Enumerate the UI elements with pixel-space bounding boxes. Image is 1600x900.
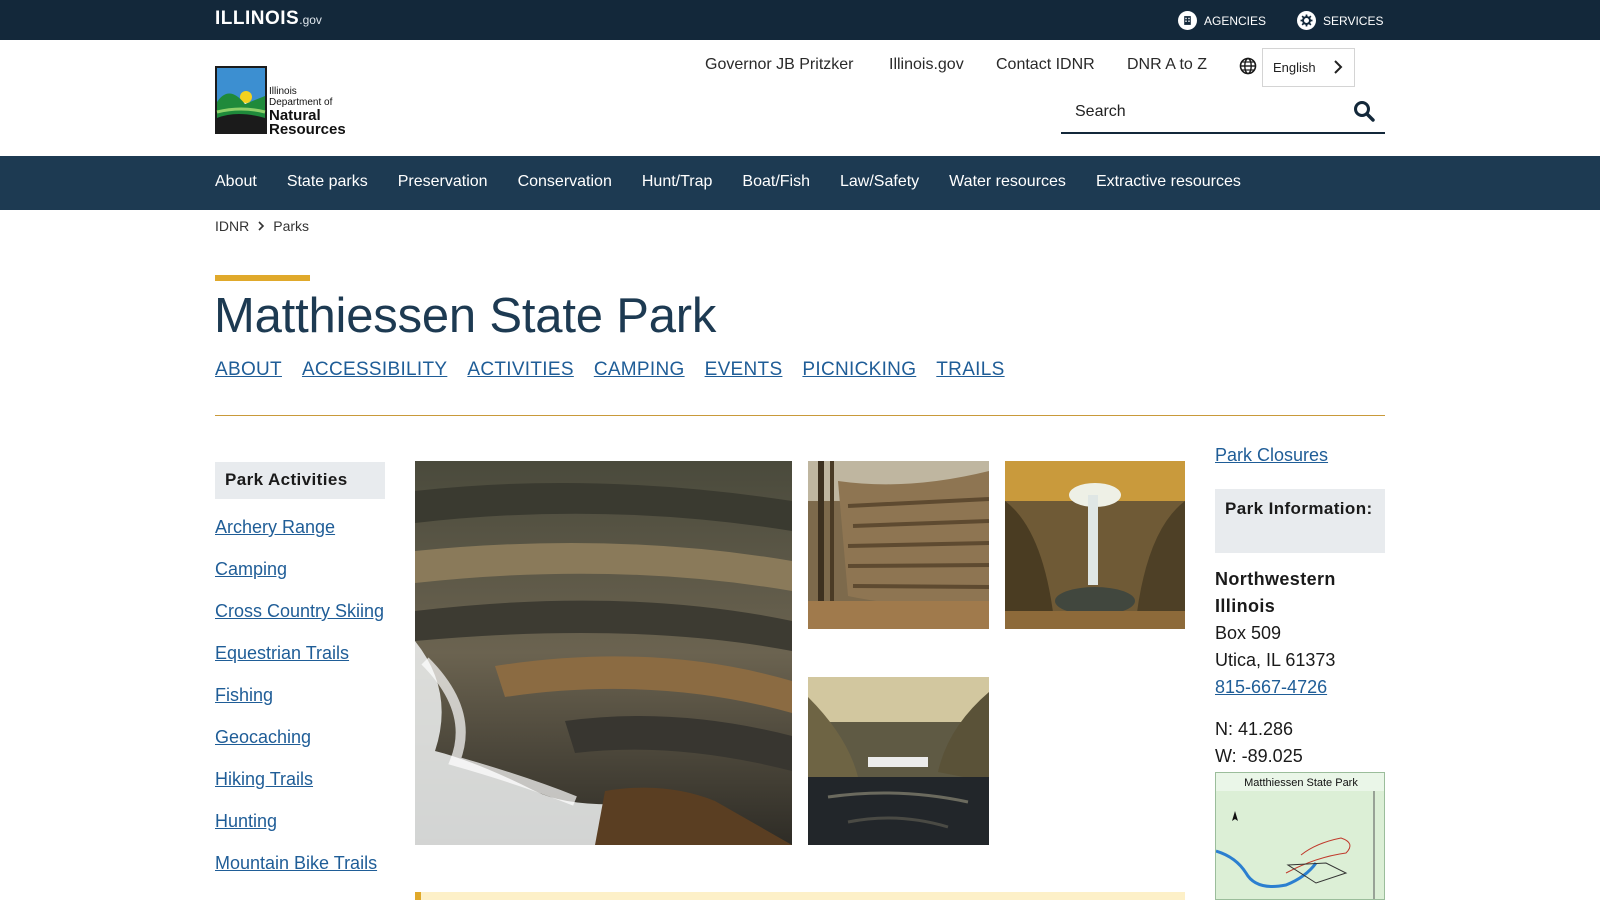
main-nav: About State parks Preservation Conservat… [0, 156, 1600, 210]
subnav-picnicking[interactable]: PICNICKING [802, 359, 916, 381]
subnav-events[interactable]: EVENTS [705, 359, 783, 381]
agencies-label: AGENCIES [1204, 13, 1267, 28]
park-region: Northwestern Illinois [1215, 569, 1336, 616]
photo-waterfall-ledges[interactable] [415, 461, 792, 845]
activity-hiking-trails[interactable]: Hiking Trails [215, 769, 313, 789]
activities-list: Archery Range Camping Cross Country Skii… [215, 514, 395, 892]
building-icon [1178, 11, 1197, 30]
subnav-accessibility[interactable]: ACCESSIBILITY [302, 359, 447, 381]
list-item: Cross Country Skiing [215, 598, 395, 625]
activity-equestrian-trails[interactable]: Equestrian Trails [215, 643, 349, 663]
activity-camping[interactable]: Camping [215, 559, 287, 579]
park-activities-heading: Park Activities [215, 462, 385, 499]
chevron-right-icon [1333, 59, 1343, 78]
park-coordinates: N: 41.286 W: -89.025 [1215, 716, 1303, 770]
park-address-line-1: Box 509 [1215, 623, 1282, 643]
park-map-thumbnail[interactable]: Matthiessen State Park [1215, 772, 1385, 900]
breadcrumb-idnr[interactable]: IDNR [215, 218, 249, 234]
activity-archery-range[interactable]: Archery Range [215, 517, 335, 537]
subnav-camping[interactable]: CAMPING [594, 359, 685, 381]
idnr-logo[interactable]: Illinois Department of Natural Resources [215, 66, 346, 138]
list-item: Hunting [215, 808, 395, 835]
nav-hunt-trap[interactable]: Hunt/Trap [642, 173, 713, 191]
logo-main: ILLINOIS [215, 8, 300, 29]
services-label: SERVICES [1323, 13, 1384, 28]
park-subnav: ABOUT ACCESSIBILITY ACTIVITIES CAMPING E… [215, 359, 1005, 381]
park-address-line-2: Utica, IL 61373 [1215, 650, 1336, 670]
title-accent-bar [215, 275, 310, 281]
activity-cross-country-skiing[interactable]: Cross Country Skiing [215, 601, 384, 621]
park-closures-link[interactable]: Park Closures [1215, 445, 1328, 466]
nav-about[interactable]: About [215, 173, 257, 191]
list-item: Archery Range [215, 514, 395, 541]
logo-line-1: Illinois [269, 86, 297, 97]
latitude: N: 41.286 [1215, 719, 1294, 739]
section-divider [215, 415, 1385, 416]
gear-icon [1297, 11, 1316, 30]
subnav-activities[interactable]: ACTIVITIES [467, 359, 573, 381]
nav-conservation[interactable]: Conservation [518, 173, 612, 191]
park-phone-link[interactable]: 815-667-4726 [1215, 677, 1327, 697]
illinois-gov-logo[interactable]: ILLINOIS.gov [215, 8, 322, 30]
subnav-about[interactable]: ABOUT [215, 359, 282, 381]
activity-fishing[interactable]: Fishing [215, 685, 273, 705]
activity-mountain-bike-trails[interactable]: Mountain Bike Trails [215, 853, 377, 873]
activity-geocaching[interactable]: Geocaching [215, 727, 311, 747]
globe-icon [1239, 57, 1257, 75]
utility-bar: ILLINOIS.gov AGENCIES SERVICES [0, 0, 1600, 40]
logo-line-4: Resources [269, 121, 345, 138]
list-item: Geocaching [215, 724, 395, 751]
activity-hunting[interactable]: Hunting [215, 811, 277, 831]
agencies-link[interactable]: AGENCIES [1178, 11, 1266, 30]
nav-water-resources[interactable]: Water resources [949, 173, 1066, 191]
longitude: W: -89.025 [1215, 746, 1303, 766]
nav-state-parks[interactable]: State parks [287, 173, 368, 191]
photo-canyon-stream[interactable] [808, 677, 989, 845]
subnav-trails[interactable]: TRAILS [936, 359, 1004, 381]
park-information-heading: Park Information: [1215, 489, 1385, 553]
language-select[interactable]: English [1262, 48, 1355, 87]
dnr-a-to-z-link[interactable]: DNR A to Z [1127, 56, 1207, 74]
breadcrumb-parks[interactable]: Parks [273, 218, 309, 234]
nav-extractive-resources[interactable]: Extractive resources [1096, 173, 1241, 191]
illinois-gov-link[interactable]: Illinois.gov [889, 56, 964, 74]
search-input[interactable] [1075, 100, 1345, 124]
list-item: Fishing [215, 682, 395, 709]
search-box [1061, 92, 1385, 134]
contact-idnr-link[interactable]: Contact IDNR [996, 56, 1095, 74]
language-value: English [1273, 60, 1316, 75]
chevron-right-icon [257, 216, 265, 235]
list-item: Mountain Bike Trails [215, 850, 395, 877]
notice-banner [415, 892, 1185, 900]
photo-canyon-wall[interactable] [808, 461, 989, 629]
park-contact-info: Northwestern Illinois Box 509 Utica, IL … [1215, 566, 1390, 701]
nav-law-safety[interactable]: Law/Safety [840, 173, 919, 191]
list-item: Equestrian Trails [215, 640, 395, 667]
list-item: Camping [215, 556, 395, 583]
services-link[interactable]: SERVICES [1297, 11, 1383, 30]
page-title: Matthiessen State Park [214, 289, 717, 343]
photo-waterfall-grotto[interactable] [1005, 461, 1185, 629]
logo-suffix: .gov [299, 13, 322, 27]
breadcrumb: IDNR Parks [215, 216, 309, 235]
governor-link[interactable]: Governor JB Pritzker [705, 56, 853, 74]
nav-boat-fish[interactable]: Boat/Fish [742, 173, 810, 191]
list-item: Hiking Trails [215, 766, 395, 793]
nav-preservation[interactable]: Preservation [398, 173, 488, 191]
search-icon[interactable] [1353, 100, 1377, 124]
